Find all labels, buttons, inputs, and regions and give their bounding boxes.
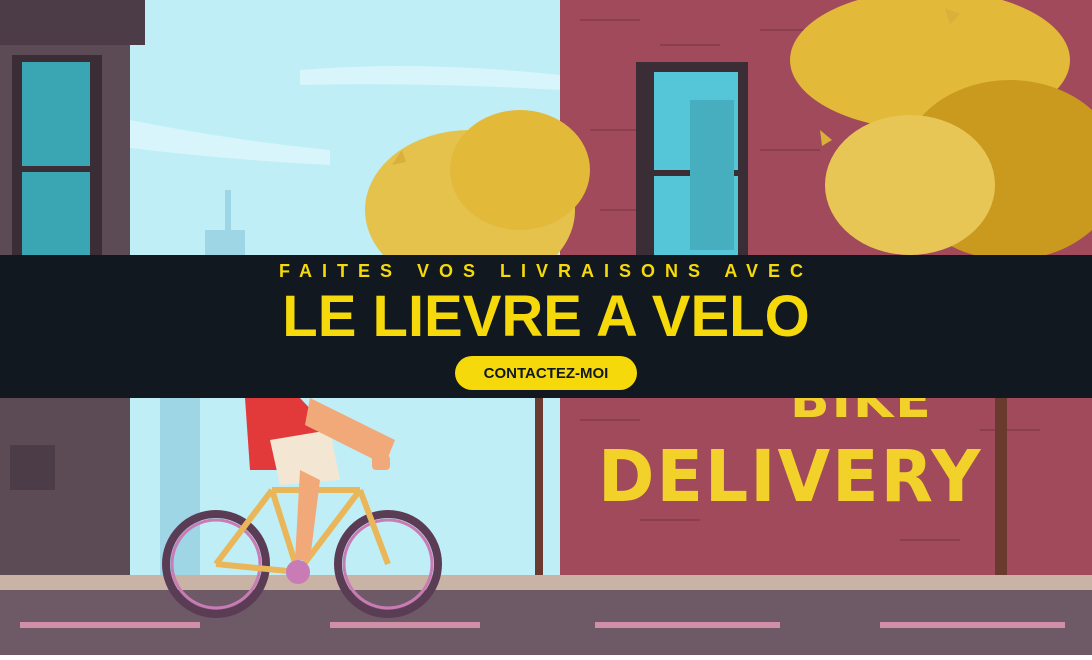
contact-button[interactable]: CONTACTEZ-MOI [455,356,637,390]
brick-window-reflection [690,100,734,250]
left-window-pane [22,172,90,255]
skyline-spire [225,190,231,235]
cyclist-hand [372,455,390,470]
delivery-sign-text: DELIVERY [598,436,983,519]
hero-eyebrow: FAITES VOS LIVRAISONS AVEC [278,261,814,281]
tree-canopy [825,115,995,255]
left-building-panel [10,445,55,490]
left-building-cornice [0,0,145,45]
hero-title: LE LIEVRE A VELO [282,284,810,349]
tree-trunk [995,398,1007,578]
tree-trunk [535,395,543,580]
hero-banner: FAITES VOS LIVRAISONS AVEC LE LIEVRE A V… [0,255,1092,398]
bike-crank [286,560,310,584]
tree-canopy [450,110,590,230]
left-window-pane [22,62,90,166]
